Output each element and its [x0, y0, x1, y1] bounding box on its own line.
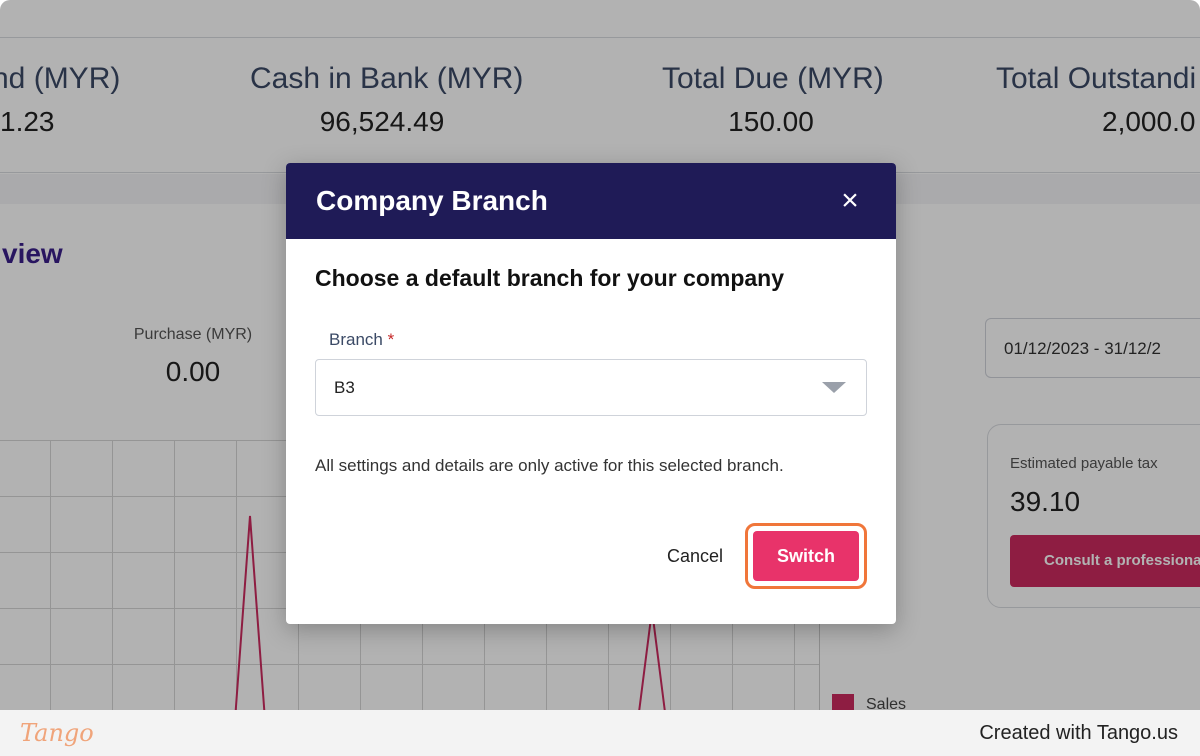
chevron-down-icon — [822, 382, 846, 393]
dialog-subtitle: Choose a default branch for your company — [315, 265, 785, 291]
dialog-actions: Cancel Switch — [667, 523, 867, 589]
tango-footer: Tango Created with Tango.us — [0, 710, 1200, 756]
switch-button[interactable]: Switch — [753, 531, 859, 581]
dialog-header: Company Branch × — [286, 163, 896, 239]
dialog-body: Choose a default branch for your company… — [286, 239, 896, 476]
close-icon[interactable]: × — [834, 186, 866, 216]
branch-select[interactable]: B3 — [315, 359, 867, 416]
branch-label-text: Branch — [329, 330, 383, 349]
branch-selected-value: B3 — [334, 377, 355, 397]
cancel-button[interactable]: Cancel — [667, 546, 723, 567]
company-branch-dialog: Company Branch × Choose a default branch… — [286, 163, 896, 624]
branch-note: All settings and details are only active… — [315, 456, 784, 475]
tango-logo: Tango — [20, 719, 94, 747]
dialog-title: Company Branch — [316, 185, 548, 216]
branch-field-label: Branch * — [329, 330, 867, 350]
created-with-credit: Created with Tango.us — [979, 721, 1178, 744]
required-marker: * — [387, 330, 395, 349]
switch-button-highlight: Switch — [745, 523, 867, 589]
